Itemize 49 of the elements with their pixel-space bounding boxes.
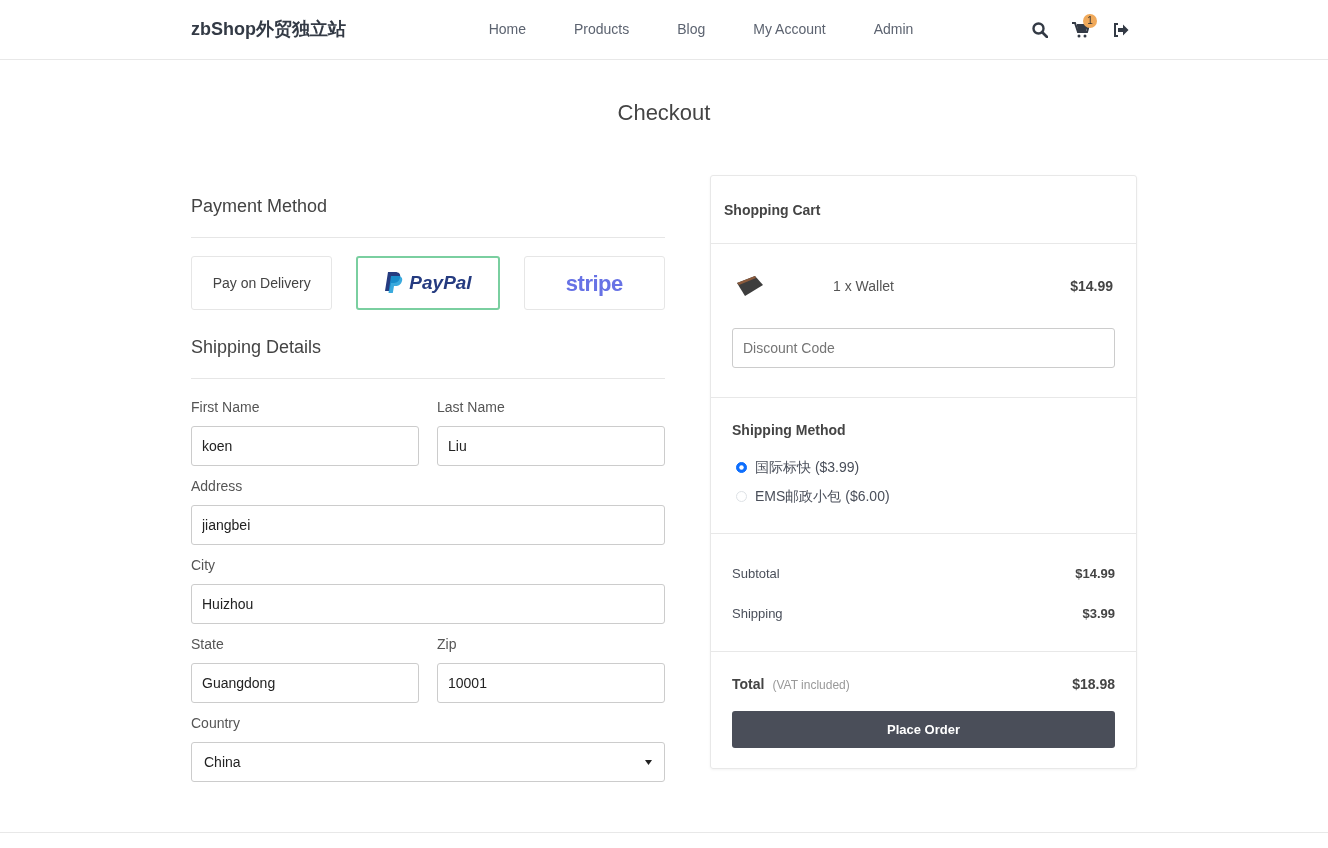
summary-label: Shipping [732, 604, 783, 623]
total-label: Total [732, 675, 765, 694]
payment-option[interactable]: Pay on Delivery [191, 256, 333, 310]
vat-note: (VAT included) [772, 676, 851, 694]
paypal-logo-icon [384, 272, 404, 294]
search-icon[interactable] [1032, 21, 1048, 38]
input-field[interactable]: koen [191, 426, 419, 466]
total-value: $18.98 [1072, 675, 1115, 694]
page-title: Checkout [616, 99, 712, 127]
payment-option[interactable]: stripe [523, 256, 665, 310]
input-field[interactable]: Huizhou [191, 584, 665, 624]
radio-label: EMS邮政小包 ($6.00) [755, 487, 890, 506]
field-label: State [191, 635, 225, 654]
brand-logo[interactable]: zbShop外贸独立站 [191, 16, 346, 43]
cart-item-name: 1 x Wallet [832, 276, 895, 296]
field-label: Country [191, 714, 242, 733]
dropdown-caret-icon [645, 759, 652, 765]
summary-value: $3.99 [1082, 604, 1115, 623]
nav-link[interactable]: Admin [873, 19, 914, 40]
radio-label: 国际标快 ($3.99) [755, 458, 860, 477]
nav-link[interactable]: My Account [753, 19, 826, 40]
input-field[interactable]: Liu [437, 426, 665, 466]
radio-button[interactable] [736, 462, 747, 473]
section-heading: Shipping Details [191, 334, 665, 379]
summary-label: Subtotal [732, 565, 780, 583]
select-field[interactable]: China [191, 742, 665, 782]
field-label: Zip [437, 635, 458, 654]
logout-icon[interactable] [1113, 22, 1129, 37]
cart-count-badge: 1 [1083, 13, 1097, 28]
discount-code-field[interactable]: Discount Code [732, 328, 1115, 368]
field-label: Last Name [437, 398, 506, 417]
payment-option[interactable]: PayPal [356, 256, 500, 310]
field-label: Address [191, 477, 244, 496]
place-order-button[interactable]: Place Order [732, 711, 1115, 748]
input-field[interactable]: Guangdong [191, 663, 419, 703]
input-field[interactable]: jiangbei [191, 505, 665, 545]
summary-value: $14.99 [1075, 565, 1115, 583]
field-label: City [191, 556, 217, 575]
input-field[interactable]: 10001 [437, 663, 665, 703]
section-heading: Payment Method [191, 193, 665, 238]
shipping-method-heading: Shipping Method [732, 421, 847, 440]
nav-link[interactable]: Home [488, 19, 526, 40]
nav-link[interactable]: Products [574, 19, 630, 40]
nav-link[interactable]: Blog [677, 19, 706, 40]
wallet-image-icon [735, 275, 765, 297]
cart-heading: Shopping Cart [724, 201, 822, 220]
cart-icon[interactable] [1072, 21, 1089, 38]
cart-item-price: $14.99 [1070, 276, 1113, 296]
field-label: First Name [191, 398, 261, 417]
